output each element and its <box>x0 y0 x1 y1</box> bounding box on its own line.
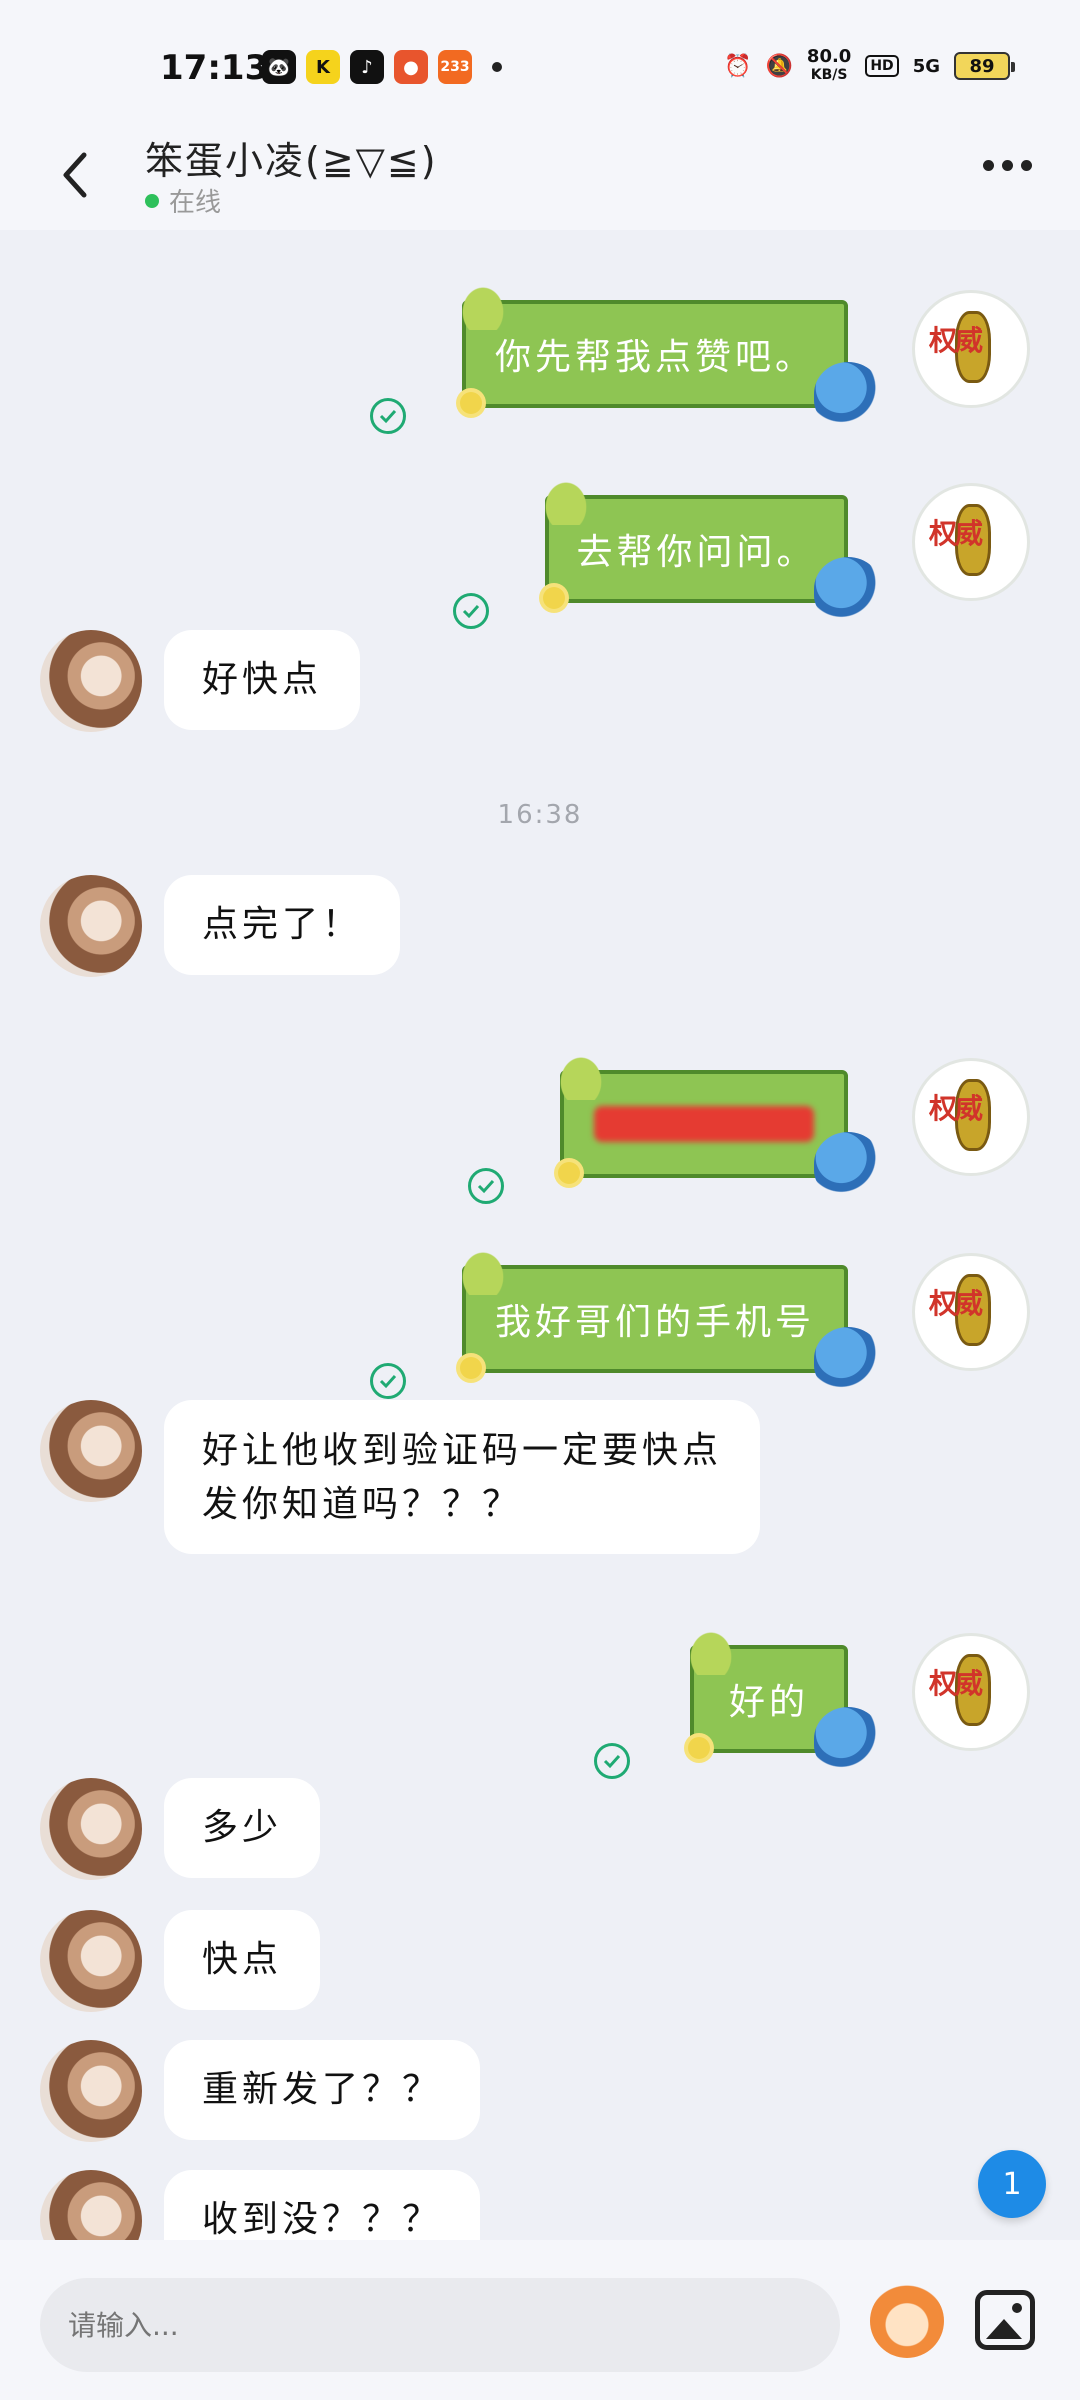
back-button[interactable] <box>50 140 100 210</box>
app-233-icon: 233 <box>438 50 472 84</box>
read-check-icon <box>370 398 406 434</box>
emoji-icon[interactable] <box>870 2284 944 2358</box>
redacted-content <box>594 1106 814 1142</box>
game-icon: ● <box>394 50 428 84</box>
network-speed: 80.0 KB/S <box>807 48 851 84</box>
tiktok-icon: ♪ <box>350 50 384 84</box>
message-text: 好快点 <box>202 659 323 700</box>
message-input[interactable] <box>40 2278 840 2372</box>
message-text: 点完了！ <box>202 904 363 945</box>
flower-decoration <box>688 1737 710 1759</box>
my-avatar[interactable]: 权威 <box>912 290 1030 408</box>
message-text: 你先帮我点赞吧。 <box>494 337 815 378</box>
more-dot-icon <box>983 160 994 171</box>
status-time: 17:13 <box>160 48 269 88</box>
avatar-text: 权威 <box>929 1092 983 1125</box>
status-bar: 17:13 🐼 K ♪ ● 233 ⏰ 🔕 80.0 KB/S HD 5G 89 <box>0 0 1080 130</box>
my-avatar[interactable]: 权威 <box>912 483 1030 601</box>
flower-decoration <box>543 587 565 609</box>
message-text: 去帮你问问。 <box>576 532 817 573</box>
kuaishou-icon: K <box>306 50 340 84</box>
battery-icon: 89 <box>954 52 1015 80</box>
more-dot-icon <box>1021 160 1032 171</box>
avatar-text: 权威 <box>929 1287 983 1320</box>
time-separator: 16:38 <box>497 800 583 830</box>
message-text: 我好哥们的手机号 <box>494 1302 815 1343</box>
flower-decoration <box>460 392 482 414</box>
unread-badge[interactable]: 1 <box>978 2150 1046 2218</box>
sent-bubble[interactable]: 好的 <box>676 1615 882 1771</box>
message-text: 重新发了？？ <box>202 2069 443 2110</box>
input-bar <box>0 2240 1080 2400</box>
sent-bubble[interactable]: 我好哥们的手机号 <box>448 1235 882 1391</box>
contact-avatar[interactable] <box>40 2040 142 2142</box>
contact-avatar[interactable] <box>40 630 142 732</box>
read-check-icon <box>453 593 489 629</box>
my-avatar[interactable]: 权威 <box>912 1633 1030 1751</box>
message-text: 收到没？？？ <box>202 2199 443 2240</box>
received-bubble[interactable]: 好让他收到验证码一定要快点 发你知道吗？？？ <box>164 1400 761 1554</box>
speed-value: 80.0 <box>806 46 852 67</box>
notification-icons: 🐼 K ♪ ● 233 <box>262 50 502 84</box>
signal-icon: 5G <box>912 55 940 77</box>
contact-avatar[interactable] <box>40 1778 142 1880</box>
mute-icon: 🔕 <box>765 53 793 79</box>
message-text: 发你知道吗？？？ <box>202 1484 523 1525</box>
wechat-icon: 🐼 <box>262 50 296 84</box>
received-bubble[interactable]: 收到没？？？ <box>164 2170 481 2240</box>
flower-decoration <box>558 1162 580 1184</box>
image-icon[interactable] <box>975 2290 1035 2350</box>
message-text: 多少 <box>202 1807 283 1848</box>
avatar-text: 权威 <box>929 1667 983 1700</box>
message-text: 好让他收到验证码一定要快点 <box>202 1430 723 1471</box>
read-check-icon <box>594 1743 630 1779</box>
contact-avatar[interactable] <box>40 2170 142 2240</box>
message-text: 快点 <box>202 1939 283 1980</box>
read-check-icon <box>468 1168 504 1204</box>
read-check-icon <box>370 1363 406 1399</box>
received-bubble[interactable]: 快点 <box>164 1910 321 2010</box>
my-avatar[interactable]: 权威 <box>912 1058 1030 1176</box>
avatar-text: 权威 <box>929 517 983 550</box>
flower-decoration <box>460 1357 482 1379</box>
more-button[interactable] <box>983 160 1032 171</box>
contact-avatar[interactable] <box>40 1400 142 1502</box>
system-icons: ⏰ 🔕 80.0 KB/S HD 5G 89 <box>724 48 1015 84</box>
chat-header: 笨蛋小凌(≧▽≦) 在线 <box>0 130 1080 230</box>
received-bubble[interactable]: 点完了！ <box>164 875 401 975</box>
sent-bubble[interactable]: 去帮你问问。 <box>531 465 882 621</box>
online-status-label: 在线 <box>169 188 222 218</box>
contact-avatar[interactable] <box>40 1910 142 2012</box>
sent-bubble-redacted[interactable] <box>546 1040 882 1196</box>
alarm-icon: ⏰ <box>724 53 752 79</box>
more-dot-icon <box>1002 160 1013 171</box>
online-status: 在线 <box>145 182 221 219</box>
received-bubble[interactable]: 多少 <box>164 1778 321 1878</box>
message-list[interactable]: 你先帮我点赞吧。 权威 去帮你问问。 权威 好快点 16:38 点完了！ 权威 … <box>0 230 1080 2240</box>
contact-avatar[interactable] <box>40 875 142 977</box>
avatar-text: 权威 <box>929 324 983 357</box>
received-bubble[interactable]: 重新发了？？ <box>164 2040 481 2140</box>
sent-bubble[interactable]: 你先帮我点赞吧。 <box>448 270 882 426</box>
online-dot-icon <box>145 193 159 208</box>
speed-unit: KB/S <box>810 67 848 83</box>
contact-name[interactable]: 笨蛋小凌(≧▽≦) <box>145 130 438 185</box>
more-notifications-dot <box>492 62 502 72</box>
hd-icon: HD <box>865 55 899 77</box>
my-avatar[interactable]: 权威 <box>912 1253 1030 1371</box>
message-text: 好的 <box>728 1682 809 1723</box>
received-bubble[interactable]: 好快点 <box>164 630 361 730</box>
chevron-left-icon <box>63 152 87 198</box>
